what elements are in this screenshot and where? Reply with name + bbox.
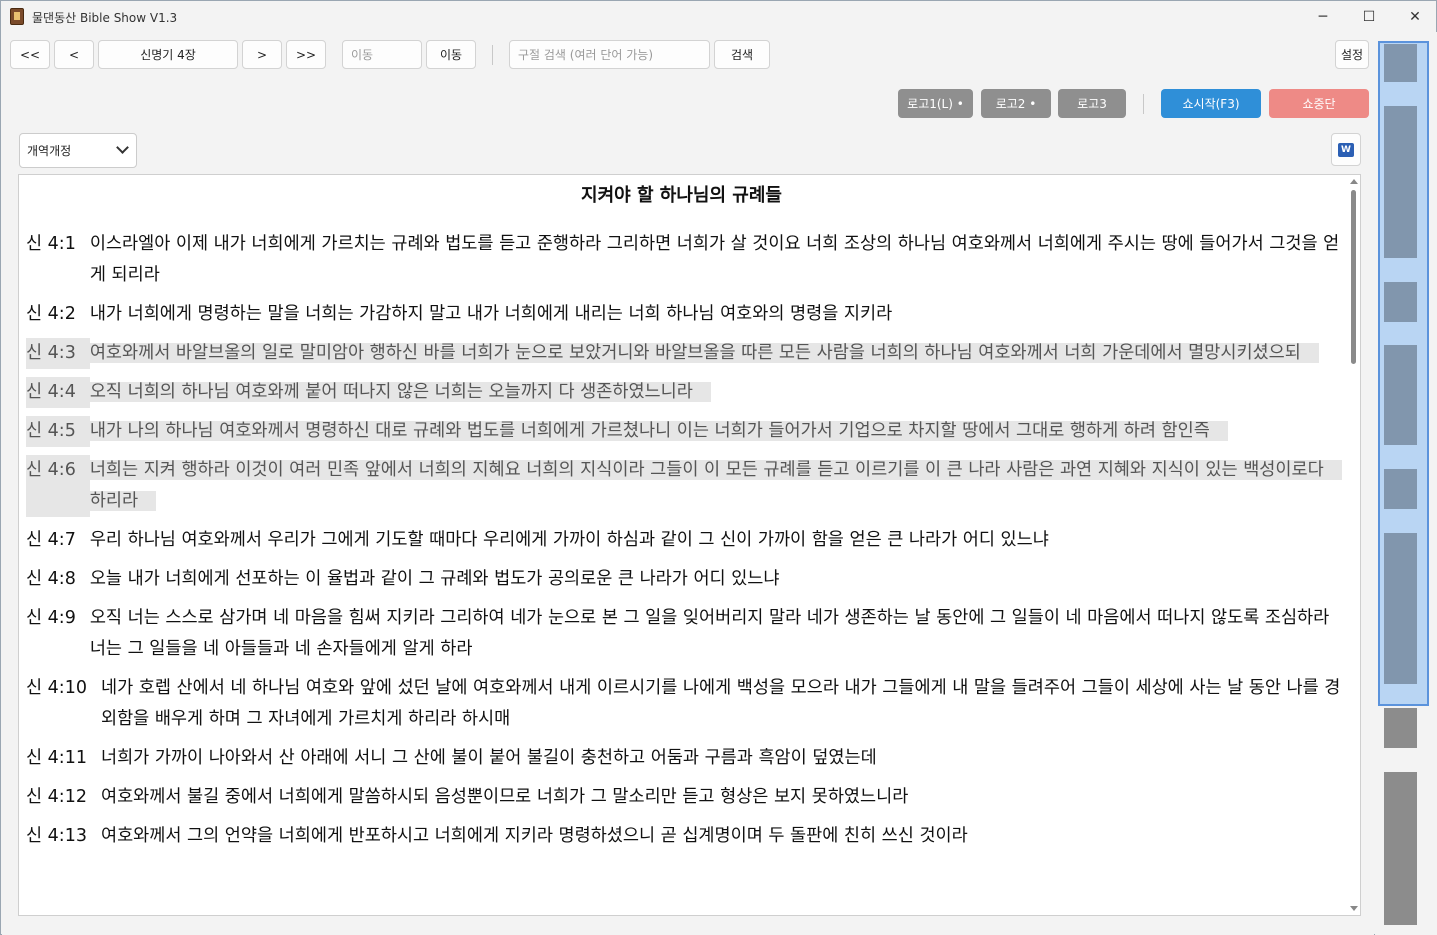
slide-thumb[interactable] [1384,469,1417,509]
bible-app-icon [10,8,24,25]
verse-row[interactable]: 신 4:11 너희가 가까이 나아와서 산 아래에 서니 그 산에 불이 붙어 불… [26,743,1342,774]
slide-thumb[interactable] [1384,44,1417,82]
verse-row[interactable]: 신 4:10 네가 호렙 산에서 네 하나님 여호와 앞에 섰던 날에 여호와께서… [26,673,1342,735]
slide-thumb[interactable] [1384,708,1417,748]
verse-ref: 신 4:7 [26,530,76,550]
verse-text: 내가 나의 하나님 여호와께서 명령하신 대로 규례와 법도를 너희에게 가르쳤… [89,421,1228,441]
word-export-button[interactable]: W [1331,133,1361,166]
verse-row[interactable]: 신 4:8 오늘 내가 너희에게 선포하는 이 율법과 같이 그 규례와 법도가 … [26,564,1342,595]
verse-text-wrap: 내가 너희에게 명령하는 말을 너희는 가감하지 말고 내가 너희에게 내리는 … [90,299,1342,330]
verse-row[interactable]: 신 4:4 오직 너희의 하나님 여호와께 붙어 떠나지 않은 너희는 오늘까지 … [26,377,1342,408]
logo2-button[interactable]: 로고2 • [981,89,1051,118]
logo3-button[interactable]: 로고3 [1058,89,1126,118]
verse-text: 여호와께서 바알브올의 일로 말미암아 행하신 바를 너희가 눈으로 보았거니와… [89,343,1319,363]
verse-row[interactable]: 신 4:3 여호와께서 바알브올의 일로 말미암아 행하신 바를 너희가 눈으로 … [26,338,1342,369]
verse-row[interactable]: 신 4:5 내가 나의 하나님 여호와께서 명령하신 대로 규례와 법도를 너희에… [26,416,1342,447]
verse-text-wrap: 여호와께서 불길 중에서 너희에게 말씀하시되 음성뿐이므로 너희가 그 말소리… [101,782,1342,813]
slide-thumb[interactable] [1384,282,1417,322]
verse-row[interactable]: 신 4:9 오직 너는 스스로 삼가며 네 마음을 힘써 지키라 그리하여 네가 … [26,603,1342,665]
slide-thumb[interactable] [1384,106,1417,258]
next-chapter-button[interactable]: > [242,40,282,69]
verse-ref: 신 4:6 [26,455,90,517]
scroll-down-icon[interactable] [1350,906,1358,911]
verse-ref: 신 4:8 [26,569,76,589]
verse-ref: 신 4:12 [26,787,87,807]
slide-thumb[interactable] [1384,772,1417,925]
slide-thumb[interactable] [1384,345,1417,445]
verse-text: 오직 너는 스스로 삼가며 네 마음을 힘써 지키라 그리하여 네가 눈으로 본… [89,608,1330,659]
verse-ref: 신 4:3 [26,338,90,369]
verse-text: 내가 너희에게 명령하는 말을 너희는 가감하지 말고 내가 너희에게 내리는 … [89,304,893,324]
verse-text-wrap: 너희가 가까이 나아와서 산 아래에 서니 그 산에 불이 붙어 불길이 충천하… [101,743,1342,774]
first-chapter-button[interactable]: << [10,40,50,69]
toolbar-divider [492,45,493,65]
prev-chapter-button[interactable]: < [54,40,94,69]
main-panel: << < 신명기 4장 > >> 이동 이동 구절 검색 (여러 단어 가능) … [2,32,1374,935]
window-title: 물댄동산 Bible Show V1.3 [32,11,178,25]
bible-version-value: 개역개정 [27,144,72,158]
verse-ref: 신 4:1 [26,234,76,254]
verse-ref: 신 4:5 [26,416,90,447]
verse-viewer[interactable]: 지켜야 할 하나님의 규례들 신 4:1 이스라엘아 이제 내가 너희에게 가르치… [18,174,1361,916]
search-button[interactable]: 검색 [714,40,770,69]
verse-row[interactable]: 신 4:12 여호와께서 불길 중에서 너희에게 말씀하시되 음성뿐이므로 너희가… [26,782,1342,813]
minimize-button[interactable]: ─ [1300,1,1346,32]
verse-row[interactable]: 신 4:7 우리 하나님 여호와께서 우리가 그에게 기도할 때마다 우리에게 가… [26,525,1342,556]
chapter-selector-button[interactable]: 신명기 4장 [98,40,238,69]
verse-row[interactable]: 신 4:6 너희는 지켜 행하라 이것이 여러 민족 앞에서 너희의 지혜요 너희… [26,455,1342,517]
verse-text: 이스라엘아 이제 내가 너희에게 가르치는 규례와 법도를 듣고 준행하라 그리… [89,234,1340,285]
slide-strip[interactable] [1375,32,1437,935]
scroll-up-icon[interactable] [1350,179,1358,184]
verse-row[interactable]: 신 4:2 내가 너희에게 명령하는 말을 너희는 가감하지 말고 내가 너희에게… [26,299,1342,330]
goto-input[interactable]: 이동 [342,40,422,69]
verse-ref: 신 4:13 [26,826,87,846]
verse-text-wrap: 오늘 내가 너희에게 선포하는 이 율법과 같이 그 규례와 법도가 공의로운 … [90,564,1342,595]
verse-text: 여호와께서 불길 중에서 너희에게 말씀하시되 음성뿐이므로 너희가 그 말소리… [100,787,909,807]
word-icon: W [1338,142,1354,157]
app-window: 물댄동산 Bible Show V1.3 ─ ☐ ✕ << < 신명기 4장 >… [0,0,1437,935]
verse-text: 우리 하나님 여호와께서 우리가 그에게 기도할 때마다 우리에게 가까이 하심… [89,530,1049,550]
verse-ref: 신 4:9 [26,608,76,628]
verse-text-wrap: 여호와께서 바알브올의 일로 말미암아 행하신 바를 너희가 눈으로 보았거니와… [89,338,1342,369]
verse-ref: 신 4:11 [26,748,87,768]
show-stop-button[interactable]: 쇼중단 [1269,89,1369,118]
verse-scrollbar[interactable] [1348,176,1360,914]
verse-ref: 신 4:10 [26,678,87,698]
verse-text: 너희는 지켜 행하라 이것이 여러 민족 앞에서 너희의 지혜요 너희의 지식이… [89,460,1342,511]
verse-text-wrap: 여호와께서 그의 언약을 너희에게 반포하시고 너희에게 지키라 명령하셨으니 … [101,821,1342,852]
verse-ref: 신 4:2 [26,304,76,324]
verse-text-wrap: 이스라엘아 이제 내가 너희에게 가르치는 규례와 법도를 듣고 준행하라 그리… [90,229,1342,291]
verse-text-wrap: 네가 호렙 산에서 네 하나님 여호와 앞에 섰던 날에 여호와께서 내게 이르… [101,673,1342,735]
verse-text-wrap: 오직 너는 스스로 삼가며 네 마음을 힘써 지키라 그리하여 네가 눈으로 본… [90,603,1342,665]
close-button[interactable]: ✕ [1392,1,1437,32]
verse-text: 오직 너희의 하나님 여호와께 붙어 떠나지 않은 너희는 오늘까지 다 생존하… [89,382,711,402]
verse-text: 네가 호렙 산에서 네 하나님 여호와 앞에 섰던 날에 여호와께서 내게 이르… [100,678,1341,729]
verse-text-wrap: 너희는 지켜 행하라 이것이 여러 민족 앞에서 너희의 지혜요 너희의 지식이… [89,455,1342,517]
settings-button[interactable]: 설정 [1335,40,1369,69]
logo1-button[interactable]: 로고1(L) • [898,89,973,118]
maximize-button[interactable]: ☐ [1346,1,1392,32]
scroll-thumb[interactable] [1351,190,1356,364]
verse-text-wrap: 내가 나의 하나님 여호와께서 명령하신 대로 규례와 법도를 너희에게 가르쳤… [89,416,1342,447]
verse-list: 신 4:1 이스라엘아 이제 내가 너희에게 가르치는 규례와 법도를 듣고 준행… [26,229,1342,860]
show-divider [1143,94,1144,114]
verse-ref: 신 4:4 [26,377,90,408]
last-chapter-button[interactable]: >> [286,40,326,69]
show-start-button[interactable]: 쇼시작(F3) [1161,89,1261,118]
verse-row[interactable]: 신 4:13 여호와께서 그의 언약을 너희에게 반포하시고 너희에게 지키라 명… [26,821,1342,852]
section-title: 지켜야 할 하나님의 규례들 [581,185,782,206]
verse-text: 여호와께서 그의 언약을 너희에게 반포하시고 너희에게 지키라 명령하셨으니 … [100,826,968,846]
search-input[interactable]: 구절 검색 (여러 단어 가능) [509,40,710,69]
verse-text-wrap: 오직 너희의 하나님 여호와께 붙어 떠나지 않은 너희는 오늘까지 다 생존하… [89,377,1342,408]
bible-version-select[interactable]: 개역개정 [19,133,137,168]
verse-text-wrap: 우리 하나님 여호와께서 우리가 그에게 기도할 때마다 우리에게 가까이 하심… [90,525,1342,556]
slide-thumb[interactable] [1384,533,1417,684]
verse-row[interactable]: 신 4:1 이스라엘아 이제 내가 너희에게 가르치는 규례와 법도를 듣고 준행… [26,229,1342,291]
title-bar[interactable]: 물댄동산 Bible Show V1.3 ─ ☐ ✕ [1,1,1436,32]
verse-text: 오늘 내가 너희에게 선포하는 이 율법과 같이 그 규례와 법도가 공의로운 … [89,569,780,589]
goto-button[interactable]: 이동 [426,40,476,69]
chevron-down-icon [116,141,129,154]
verse-text: 너희가 가까이 나아와서 산 아래에 서니 그 산에 불이 붙어 불길이 충천하… [100,748,877,768]
